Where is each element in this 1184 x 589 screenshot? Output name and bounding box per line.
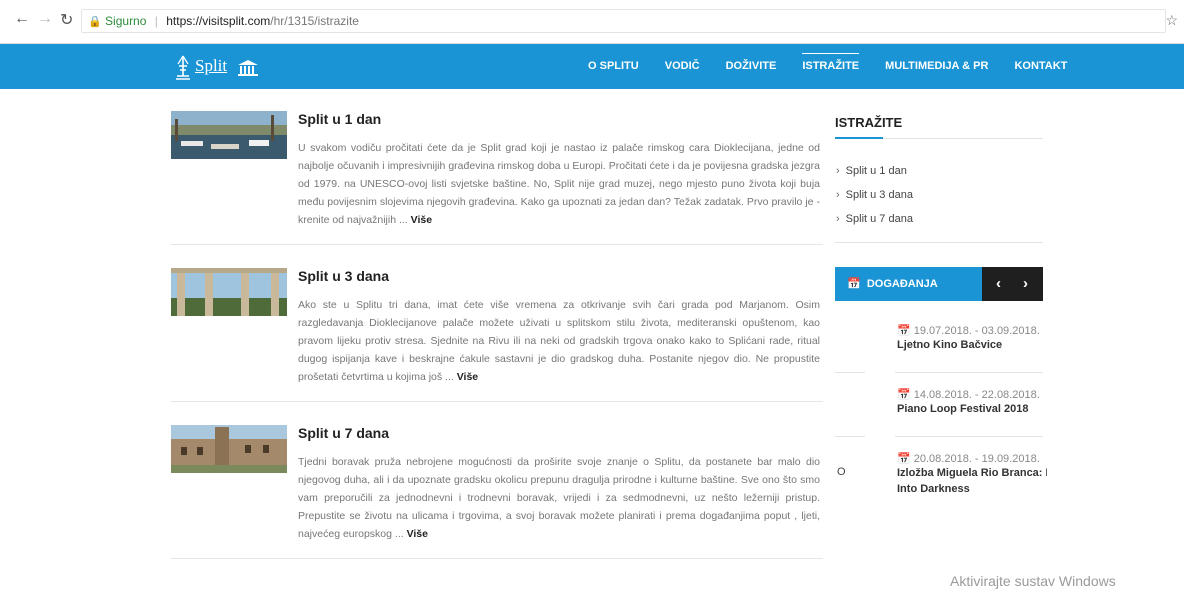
- sidebar-divider: [835, 242, 1043, 243]
- site-header: Split O SPLITU VODIČ DOŽIVITE ISTRAŽITE …: [0, 44, 1184, 89]
- read-more-link[interactable]: Više: [411, 214, 432, 226]
- event-name: Ljetno Kino Bačvice: [897, 339, 1003, 351]
- events-prev-icon[interactable]: ‹: [996, 267, 1001, 301]
- old-town-photo[interactable]: [171, 425, 287, 473]
- menu-item-kontakt[interactable]: KONTAKT: [1001, 44, 1080, 89]
- article-split-3-dana: Split u 3 dana Ako ste u Splitu tri dana…: [171, 268, 823, 402]
- article-split-1-dan: Split u 1 dan U svakom vodiču pročitati …: [171, 111, 823, 245]
- reload-icon[interactable]: ↻: [60, 10, 73, 30]
- menu-item-multimedija[interactable]: MULTIMEDIJA & PR: [872, 44, 1001, 89]
- windows-activation-watermark: Aktivirajte sustav Windows: [950, 573, 1116, 589]
- article-text: U svakom vodiču pročitati ćete da je Spl…: [298, 142, 820, 226]
- article-excerpt: U svakom vodiču pročitati ćete da je Spl…: [298, 139, 820, 229]
- bookmark-star-icon[interactable]: ☆: [1165, 12, 1178, 29]
- url-base: https://visitsplit.com: [166, 14, 271, 28]
- event-date-text: 20.08.2018. - 19.09.2018.: [913, 453, 1040, 465]
- read-more-link[interactable]: Više: [457, 371, 478, 383]
- event-divider: [895, 436, 1043, 437]
- article-text: Ako ste u Splitu tri dana, imat ćete viš…: [298, 299, 820, 383]
- harbor-photo[interactable]: [171, 111, 287, 159]
- back-arrow-icon[interactable]: ←: [14, 10, 30, 28]
- event-item[interactable]: 📅 14.08.2018. - 22.08.2018. Piano Loop F…: [897, 388, 1047, 417]
- unesco-temple-icon: [238, 60, 258, 76]
- article-split-7-dana: Split u 7 dana Tjedni boravak pruža nebr…: [171, 425, 823, 559]
- event-item[interactable]: 📅 19.07.2018. - 03.09.2018. Ljetno Kino …: [897, 324, 1047, 353]
- partial-event-text: O: [837, 466, 846, 478]
- read-more-link[interactable]: Više: [407, 528, 428, 540]
- logo-text: Split: [195, 56, 228, 75]
- peristyle-photo[interactable]: [171, 268, 287, 316]
- main-menu: O SPLITU VODIČ DOŽIVITE ISTRAŽITE MULTIM…: [575, 44, 1080, 89]
- lock-icon: 🔒: [88, 16, 102, 28]
- chevron-right-icon: ›: [836, 165, 840, 177]
- event-divider: [835, 436, 865, 437]
- address-bar[interactable]: 🔒 Sigurno | https://visitsplit.com/hr/13…: [81, 9, 1166, 33]
- events-nav: ‹ ›: [982, 267, 1043, 301]
- article-excerpt: Ako ste u Splitu tri dana, imat ćete viš…: [298, 296, 820, 386]
- sidebar-link-label: Split u 1 dan: [845, 165, 907, 177]
- chevron-right-icon: ›: [836, 189, 840, 201]
- event-date: 📅 14.08.2018. - 22.08.2018.: [897, 388, 1047, 401]
- events-title: 📅 DOGAĐANJA: [847, 267, 938, 301]
- events-header: 📅 DOGAĐANJA ‹ ›: [835, 267, 1043, 301]
- menu-item-istrazite[interactable]: ISTRAŽITE: [789, 44, 872, 89]
- article-title[interactable]: Split u 3 dana: [298, 268, 389, 284]
- sidebar-link-label: Split u 3 dana: [845, 189, 913, 201]
- event-name: Izložba Miguela Rio Branca: D: [897, 467, 1047, 479]
- secure-label: Sigurno: [105, 14, 147, 28]
- event-name: Piano Loop Festival 2018: [897, 403, 1029, 415]
- sidebar-title: ISTRAŽITE: [835, 115, 903, 130]
- url-path: /hr/1315/istrazite: [270, 14, 359, 28]
- site-logo[interactable]: Split: [173, 52, 273, 82]
- city-emblem-icon: [176, 55, 190, 80]
- sidebar-link-split-7-dana[interactable]: › Split u 7 dana: [836, 213, 913, 225]
- sidebar-link-label: Split u 7 dana: [845, 213, 913, 225]
- event-name-line2: Into Darkness: [897, 483, 970, 495]
- events-next-icon[interactable]: ›: [1023, 267, 1028, 301]
- event-date: 📅 19.07.2018. - 03.09.2018.: [897, 324, 1047, 337]
- address-separator: |: [154, 14, 158, 28]
- event-date-text: 19.07.2018. - 03.09.2018.: [913, 325, 1040, 337]
- article-text: Tjedni boravak pruža nebrojene mogućnost…: [298, 456, 820, 540]
- forward-arrow-icon[interactable]: →: [37, 10, 53, 28]
- event-divider: [895, 372, 1043, 373]
- calendar-icon: 📅: [897, 453, 914, 465]
- chevron-right-icon: ›: [836, 213, 840, 225]
- sidebar-title-accent: [835, 137, 883, 139]
- calendar-icon: 📅: [897, 389, 914, 401]
- menu-item-vodic[interactable]: VODIČ: [652, 44, 713, 89]
- event-item[interactable]: 📅 20.08.2018. - 19.09.2018. Izložba Migu…: [897, 452, 1047, 497]
- article-excerpt: Tjedni boravak pruža nebrojene mogućnost…: [298, 453, 820, 543]
- calendar-icon: 📅: [897, 325, 914, 337]
- sidebar-link-split-1-dan[interactable]: › Split u 1 dan: [836, 165, 907, 177]
- sidebar-link-split-3-dana[interactable]: › Split u 3 dana: [836, 189, 913, 201]
- calendar-icon: 📅: [847, 278, 867, 290]
- event-date-text: 14.08.2018. - 22.08.2018.: [913, 389, 1040, 401]
- article-title[interactable]: Split u 1 dan: [298, 111, 381, 127]
- event-date: 📅 20.08.2018. - 19.09.2018.: [897, 452, 1047, 465]
- browser-toolbar: ← → ↻ 🔒 Sigurno | https://visitsplit.com…: [0, 0, 1184, 44]
- menu-item-dozivite[interactable]: DOŽIVITE: [713, 44, 790, 89]
- events-title-text: DOGAĐANJA: [866, 278, 938, 290]
- menu-item-o-splitu[interactable]: O SPLITU: [575, 44, 652, 89]
- event-divider: [835, 372, 865, 373]
- article-title[interactable]: Split u 7 dana: [298, 425, 389, 441]
